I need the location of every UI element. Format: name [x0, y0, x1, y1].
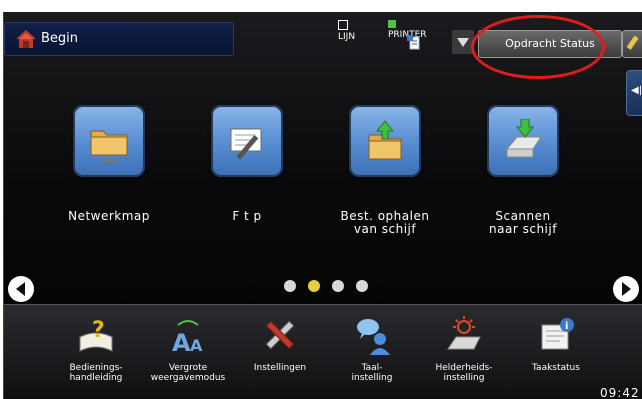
shortcut-brightness[interactable]: Helderheids- instelling	[418, 315, 510, 383]
page-dot-3[interactable]	[332, 280, 344, 292]
tile-label-scan-to-disk: Scannen naar schijf	[489, 209, 557, 236]
tile-label-network-folder: Netwerkmap	[68, 209, 150, 223]
previous-page-button[interactable]	[8, 276, 34, 302]
side-panel-toggle[interactable]: ◀|	[626, 70, 642, 116]
home-screen: Begin LIJN PRINTER Opdracht Status ◀|	[3, 12, 642, 399]
pencil-icon	[626, 35, 639, 50]
home-icon	[16, 30, 36, 48]
panel-arrow-icon: ◀|	[631, 85, 642, 96]
arrow-right-icon	[622, 282, 631, 296]
job-status-icon: i	[541, 318, 574, 350]
tile-network-folder[interactable]	[73, 105, 145, 177]
quick-settings-button[interactable]	[622, 30, 642, 58]
home-label: Begin	[41, 31, 79, 46]
shortcut-settings-label: Instellingen	[253, 363, 307, 373]
highlight-circle	[471, 15, 605, 79]
manual-icon: ?	[79, 318, 113, 352]
clock-display: 09:42	[600, 386, 640, 399]
brightness-icon	[447, 316, 481, 350]
shortcut-language-label: Taal- instelling	[351, 363, 393, 383]
svg-text:A: A	[172, 329, 191, 355]
page-dot-4[interactable]	[356, 280, 368, 292]
shortcut-brightness-label: Helderheids- instelling	[435, 363, 493, 383]
network-folder-icon	[90, 130, 128, 162]
line-label: LIJN	[338, 32, 356, 42]
tile-label-ftp: F t p	[232, 209, 262, 223]
shortcut-job-status[interactable]: i Taakstatus	[510, 315, 602, 373]
svg-text:i: i	[565, 321, 568, 332]
retrieve-from-disk-icon	[368, 120, 402, 160]
tile-label-retrieve-from-disk: Best. ophalen van schijf	[340, 209, 430, 236]
ftp-icon	[230, 128, 262, 160]
print-queue-icon	[407, 35, 420, 50]
page-dot-2[interactable]	[308, 280, 320, 292]
next-page-button[interactable]	[613, 276, 639, 302]
shortcut-language[interactable]: Taal- instelling	[326, 315, 418, 383]
line-indicator: LIJN	[338, 20, 355, 42]
shortcut-manual-label: Bedienings- handleiding	[69, 363, 123, 383]
svg-text:A: A	[190, 336, 203, 355]
home-button[interactable]: Begin	[4, 22, 234, 56]
shortcut-settings[interactable]: Instellingen	[234, 315, 326, 373]
shortcut-job-status-label: Taakstatus	[532, 363, 580, 373]
page-dot-1[interactable]	[284, 280, 296, 292]
tile-ftp[interactable]	[211, 105, 283, 177]
zoom-text-icon: A A	[172, 320, 203, 357]
svg-text:?: ?	[92, 318, 105, 343]
shortcut-manual[interactable]: ? Bedienings- handleiding	[50, 315, 142, 383]
tile-retrieve-from-disk[interactable]	[349, 105, 421, 177]
settings-tools-icon	[265, 320, 295, 350]
language-icon	[357, 319, 390, 355]
tile-scan-to-disk[interactable]	[487, 105, 559, 177]
scan-to-disk-icon	[505, 119, 542, 158]
bottom-shortcut-bar: ? Bedienings- handleiding A A Vergrote w…	[4, 304, 642, 399]
arrow-left-icon	[16, 282, 25, 296]
line-checkbox-icon	[338, 20, 348, 30]
printer-status-icon	[388, 20, 396, 28]
shortcut-zoom-mode-label: Vergrote weergavemodus	[150, 363, 226, 383]
shortcut-zoom-mode[interactable]: A A Vergrote weergavemodus	[142, 315, 234, 383]
